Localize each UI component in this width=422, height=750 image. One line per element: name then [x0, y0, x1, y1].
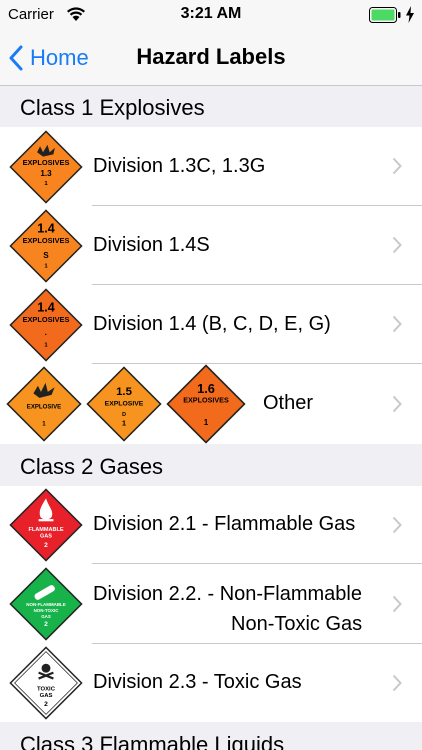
svg-text:GAS: GAS: [40, 693, 53, 699]
svg-text:GAS: GAS: [41, 614, 51, 619]
charging-bolt-icon: [406, 6, 414, 23]
placard-sub: 2: [44, 542, 48, 549]
placard-number: 1.4: [37, 301, 55, 315]
placard-text: EXPLOSIVE: [105, 401, 144, 408]
placard-sub: 2: [44, 621, 48, 628]
list-item-other-explosives[interactable]: EXPLOSIVE 1 1.5 EXPLOSIVE D 1 1.6 EXPLOS…: [0, 364, 422, 444]
flammable-gas-placard-icon: FLAMMABLE GAS 2: [9, 488, 83, 562]
section-header-label: Class 3 Flammable Liquids: [20, 732, 285, 750]
row-label-line-1: Division 2.2. - Non-Flammable: [93, 583, 362, 605]
status-bar: Carrier 3:21 AM: [0, 0, 422, 30]
placard-sub: 1: [204, 418, 209, 427]
battery-charging-icon: [369, 7, 401, 23]
svg-text:FLAMMABLE: FLAMMABLE: [28, 527, 63, 533]
explosive-1-placard-icon: EXPLOSIVE 1: [6, 366, 82, 442]
section-header-label: Class 1 Explosives: [20, 95, 205, 120]
explosives-1-4-placard-icon: 1.4 EXPLOSIVES · 1: [9, 288, 83, 362]
placard-sub: S: [43, 251, 49, 260]
section-header-label: Class 2 Gases: [20, 454, 164, 479]
list-item-division-1-4s[interactable]: 1.4 EXPLOSIVES S 1 Division 1.4S: [0, 206, 422, 285]
section-header-class-1: Class 1 Explosives: [0, 86, 422, 127]
row-label: Division 1.4S: [93, 234, 210, 256]
list-item-division-1-3[interactable]: EXPLOSIVES 1.3 1 Division 1.3C, 1.3G: [0, 127, 422, 206]
chevron-right-icon: [392, 395, 402, 413]
status-time: 3:21 AM: [180, 5, 242, 22]
navigation-bar: Home Hazard Labels: [0, 30, 422, 86]
list-item-division-1-4-bcdeg[interactable]: 1.4 EXPLOSIVES · 1 Division 1.4 (B, C, D…: [0, 285, 422, 364]
chevron-right-icon: [392, 315, 402, 333]
explosives-1-4s-placard-icon: 1.4 EXPLOSIVES S 1: [9, 209, 83, 283]
chevron-right-icon: [392, 236, 402, 254]
page-title: Hazard Labels: [136, 44, 286, 69]
placard-text: EXPLOSIVES: [23, 315, 70, 324]
explosive-1-5-placard-icon: 1.5 EXPLOSIVE D 1: [86, 366, 162, 442]
list-item-division-2-2[interactable]: NON-FLAMMABLE NON-TOXIC GAS 2 Division 2…: [0, 564, 422, 644]
placard-text: EXPLOSIVES: [23, 158, 70, 167]
section-header-class-2: Class 2 Gases: [0, 444, 422, 486]
row-label: Division 1.3C, 1.3G: [93, 155, 266, 177]
row-label: Division 1.4 (B, C, D, E, G): [93, 313, 331, 335]
chevron-right-icon: [392, 595, 402, 613]
placard-number: 1.5: [116, 386, 132, 398]
row-label: Other: [263, 392, 314, 414]
placard-text: EXPLOSIVES: [23, 236, 70, 245]
chevron-right-icon: [392, 157, 402, 175]
svg-text:NON-FLAMMABLE: NON-FLAMMABLE: [26, 602, 65, 607]
explosives-1-3-placard-icon: EXPLOSIVES 1.3 1: [9, 130, 83, 204]
svg-text:GAS: GAS: [40, 534, 52, 540]
placard-number: 1.3: [40, 169, 52, 178]
list-item-division-2-1[interactable]: FLAMMABLE GAS 2 Division 2.1 - Flammable…: [0, 486, 422, 564]
chevron-right-icon: [392, 516, 402, 534]
row-label: Division 2.3 - Toxic Gas: [93, 671, 302, 693]
row-label-line-2: Non-Toxic Gas: [231, 613, 363, 635]
row-label: Division 2.1 - Flammable Gas: [93, 513, 356, 535]
svg-text:D: D: [122, 412, 126, 418]
placard-number: 1.6: [197, 381, 215, 396]
svg-text:·: ·: [45, 330, 48, 339]
non-flammable-gas-placard-icon: NON-FLAMMABLE NON-TOXIC GAS 2: [9, 567, 83, 641]
section-header-class-3: Class 3 Flammable Liquids: [0, 722, 422, 750]
explosives-1-6-placard-icon: 1.6 EXPLOSIVES 1: [166, 364, 246, 444]
placard-text: EXPLOSIVES: [183, 395, 229, 404]
placard-text: EXPLOSIVE: [27, 404, 61, 411]
list-item-division-2-3[interactable]: TOXIC GAS 2 Division 2.3 - Toxic Gas: [0, 644, 422, 722]
svg-text:NON-TOXIC: NON-TOXIC: [34, 608, 60, 613]
chevron-right-icon: [392, 674, 402, 692]
toxic-gas-placard-icon: TOXIC GAS 2: [9, 646, 83, 720]
svg-text:TOXIC: TOXIC: [37, 686, 56, 692]
placard-sub: 2: [44, 701, 48, 708]
placard-number: 1.4: [37, 222, 55, 236]
